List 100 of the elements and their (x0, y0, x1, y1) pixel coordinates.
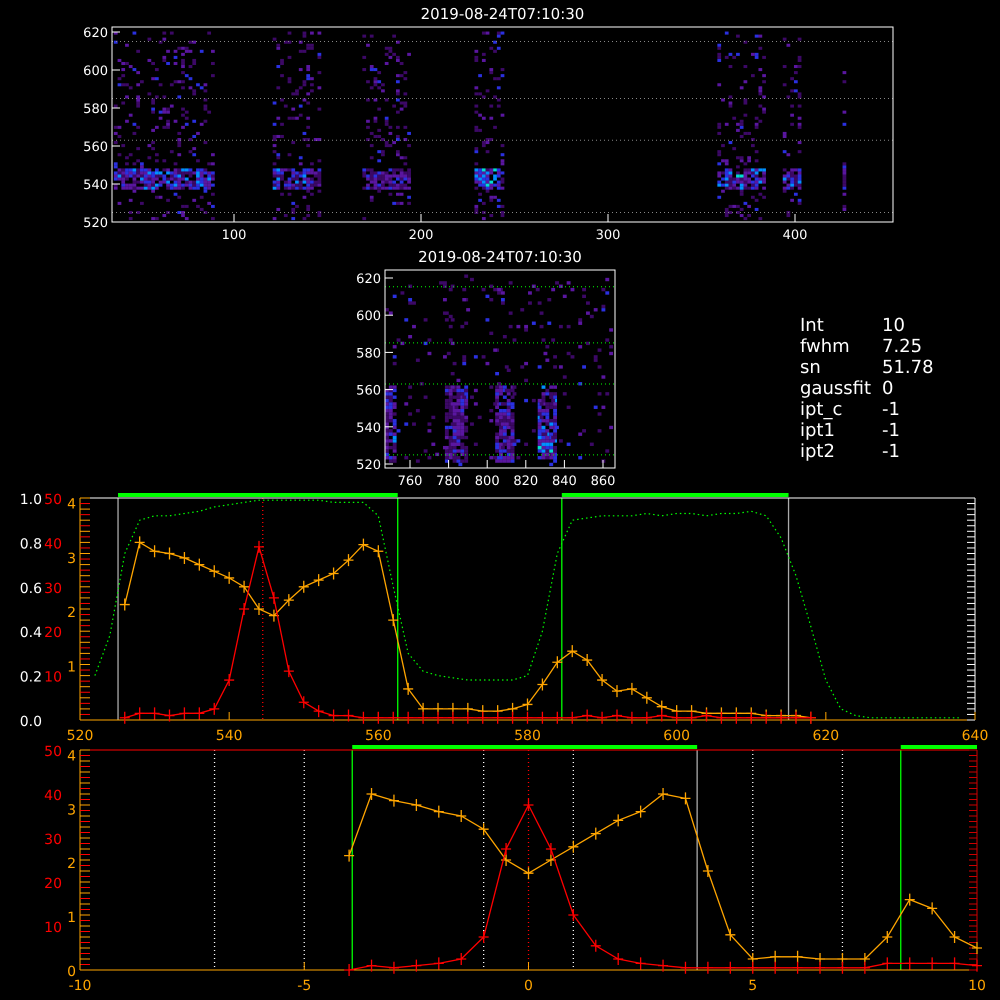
point (134, 706, 146, 720)
point (948, 930, 960, 944)
axis-tick-label: 20 (44, 625, 62, 642)
fit-parameter-value: 7.25 (882, 336, 922, 357)
point (612, 814, 624, 828)
axis-tick-label: -5 (297, 978, 312, 994)
point (410, 798, 422, 812)
axis-tick-label: 10 (44, 670, 62, 686)
point (433, 956, 444, 970)
axis-tick-label: 4 (67, 496, 76, 512)
axis-tick-label: 820 (513, 474, 538, 489)
axis-tick-label: 580 (514, 728, 541, 744)
point (746, 711, 757, 724)
point (342, 708, 354, 722)
point (671, 711, 682, 724)
point (492, 711, 504, 724)
point (178, 706, 190, 720)
axis-tick-label: 1 (67, 910, 76, 926)
point (904, 892, 916, 906)
point (208, 702, 220, 716)
axis-tick-label: 50 (44, 745, 62, 760)
axis-tick-label: 600 (83, 64, 108, 79)
plot-title: 2019-08-24T07:10:30 (418, 248, 582, 266)
point (194, 706, 205, 720)
axis-tick-label: 800 (474, 474, 500, 489)
axis-tick-label: 520 (66, 728, 94, 744)
point (566, 644, 578, 658)
point (342, 554, 354, 567)
point (582, 653, 593, 667)
point (313, 704, 324, 718)
plot-title: 2019-08-24T07:10:30 (420, 5, 584, 23)
point (164, 708, 176, 722)
point (506, 711, 518, 724)
point (747, 961, 758, 974)
point (641, 691, 652, 704)
point (926, 956, 938, 970)
point (253, 540, 265, 554)
point (298, 696, 310, 709)
point (596, 711, 608, 724)
point (836, 961, 848, 974)
axis-tick-label: 520 (356, 458, 381, 473)
point (456, 952, 467, 966)
point (626, 682, 638, 696)
axis-tick-label: 620 (356, 272, 381, 287)
point (626, 711, 638, 724)
axis-tick-label: 2 (67, 856, 76, 872)
point (388, 961, 400, 974)
axis-tick-label: 0.0 (20, 714, 42, 730)
point (134, 536, 146, 550)
point (641, 711, 652, 724)
axis-tick-label: 560 (83, 140, 108, 155)
point (500, 853, 512, 867)
point (194, 558, 205, 572)
point (770, 961, 781, 974)
point (328, 708, 340, 722)
axis-tick-label: 0.4 (20, 625, 42, 642)
point (611, 708, 623, 722)
point (552, 711, 563, 724)
point (596, 673, 608, 687)
point (447, 711, 459, 724)
fit-parameter-label: sn (800, 357, 822, 378)
point (238, 602, 250, 616)
axis-tick-label: 5 (748, 978, 758, 994)
point (775, 711, 787, 724)
point (657, 958, 669, 972)
point (971, 941, 983, 955)
fit-parameter-label: ipt2 (800, 441, 836, 462)
point (148, 706, 160, 720)
point (702, 864, 714, 878)
point (432, 711, 444, 724)
axis-tick-label: 580 (83, 102, 108, 117)
point (410, 958, 422, 972)
axis-tick-label: 600 (356, 309, 381, 324)
fit-parameter-value: 10 (882, 315, 905, 336)
axis-tick-label: 20 (44, 876, 62, 892)
axis-tick-label: 10 (44, 920, 62, 936)
axis-tick-label: 30 (44, 580, 62, 597)
axis-tick-label: 10 (968, 978, 986, 994)
point (164, 546, 176, 560)
point (634, 956, 646, 970)
point (388, 613, 399, 627)
point (948, 956, 960, 970)
point (657, 787, 669, 801)
point (760, 711, 772, 724)
point (814, 961, 826, 974)
axis-tick-label: 0.6 (20, 580, 42, 597)
point (634, 804, 646, 818)
axis-tick-label: 600 (663, 728, 690, 744)
axis-tick-label: 540 (83, 178, 108, 193)
axis-tick-label: 540 (216, 728, 243, 744)
axis-tick-label: 560 (364, 728, 392, 744)
point (343, 848, 355, 862)
point (500, 842, 512, 856)
axis-tick-label: 50 (44, 492, 62, 508)
point (298, 580, 310, 594)
fit-parameter-label: Int (800, 315, 825, 336)
point (224, 673, 235, 687)
point (724, 961, 736, 974)
fit-parameter-value: 51.78 (882, 357, 934, 378)
point (343, 963, 355, 977)
